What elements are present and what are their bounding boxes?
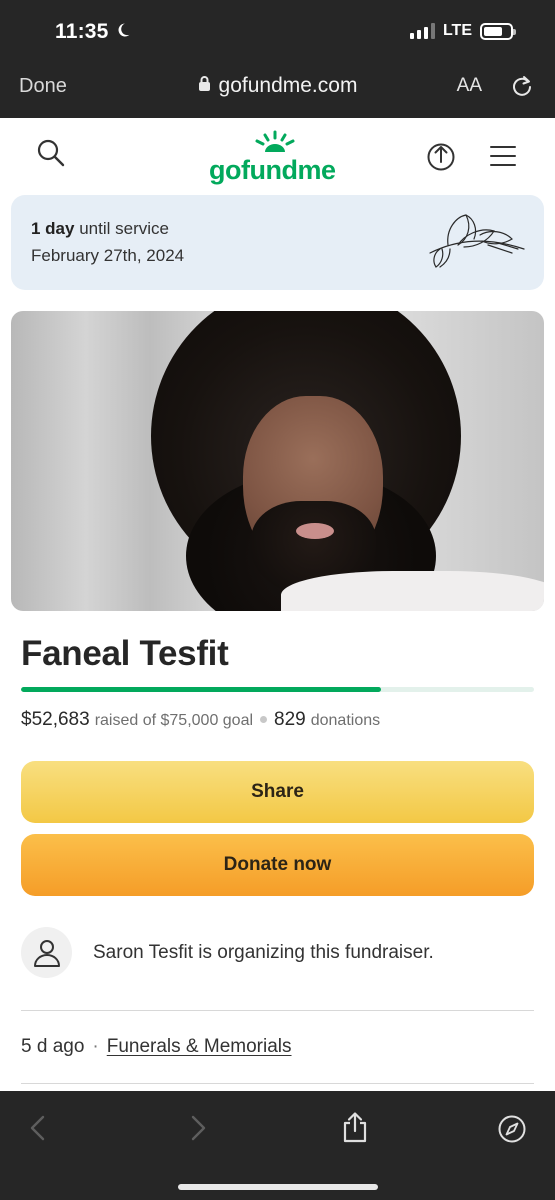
clock-text: 11:35 xyxy=(55,20,109,43)
stats-separator xyxy=(260,716,268,723)
logo-text: gofundme xyxy=(209,155,336,185)
forward-icon[interactable] xyxy=(188,1115,208,1146)
divider xyxy=(21,1083,534,1084)
menu-icon[interactable] xyxy=(489,145,517,172)
photo-lips xyxy=(296,523,334,539)
goal-text: raised of $75,000 goal xyxy=(94,712,254,729)
user-icon xyxy=(21,927,72,978)
aa-label: AA xyxy=(456,75,482,96)
fundraiser-meta: 5 d ago · Funerals & Memorials xyxy=(21,1036,292,1058)
url-text: gofundme.com xyxy=(218,74,358,97)
battery-icon xyxy=(480,22,516,40)
status-right: LTE xyxy=(409,22,516,40)
fundraiser-stats: $52,683 raised of $75,000 goal 829 donat… xyxy=(21,709,380,731)
service-until: until service xyxy=(79,219,169,238)
fundraiser-photo[interactable] xyxy=(11,311,544,611)
share-icon[interactable] xyxy=(426,140,456,177)
fundraiser-title: Faneal Tesfit xyxy=(21,634,229,673)
lock-icon xyxy=(198,74,211,98)
donate-button[interactable]: Donate now xyxy=(21,834,534,896)
organizer-text: Saron Tesfit is organizing this fundrais… xyxy=(93,942,434,963)
status-bar: 11:35 LTE xyxy=(0,0,555,58)
organizer-row: Saron Tesfit is organizing this fundrais… xyxy=(21,927,534,981)
divider xyxy=(21,1010,534,1011)
photo-shirt xyxy=(281,571,544,611)
created-age: 5 d ago xyxy=(21,1036,85,1057)
share-button[interactable]: Share xyxy=(21,761,534,823)
category-link[interactable]: Funerals & Memorials xyxy=(107,1036,292,1057)
status-time: 11:35 xyxy=(55,20,131,44)
moon-icon xyxy=(115,20,131,44)
site-header: gofundme xyxy=(0,118,555,192)
home-indicator xyxy=(178,1184,378,1190)
progress-fill xyxy=(21,687,382,692)
network-label: LTE xyxy=(442,22,472,39)
donations-label: donations xyxy=(310,712,381,729)
flower-icon xyxy=(428,209,526,276)
meta-separator: · xyxy=(92,1036,99,1057)
signal-icon xyxy=(409,23,435,39)
donations-count: 829 xyxy=(274,709,306,730)
text-size-button[interactable]: AA xyxy=(457,75,482,97)
service-countdown: 1 day until service xyxy=(31,219,169,239)
service-date: February 27th, 2024 xyxy=(31,246,185,265)
browser-bar: Done gofundme.com AA xyxy=(0,58,555,118)
raised-amount: $52,683 xyxy=(21,709,90,730)
back-icon[interactable] xyxy=(28,1115,48,1146)
share-sheet-icon[interactable] xyxy=(341,1111,369,1148)
progress-bar xyxy=(21,687,534,692)
reload-icon[interactable] xyxy=(511,75,533,104)
search-icon[interactable] xyxy=(36,138,66,173)
gofundme-logo[interactable]: gofundme xyxy=(209,130,349,186)
service-days: 1 day xyxy=(31,219,75,238)
compass-icon[interactable] xyxy=(497,1114,527,1149)
service-banner: 1 day until service February 27th, 2024 xyxy=(11,195,544,290)
